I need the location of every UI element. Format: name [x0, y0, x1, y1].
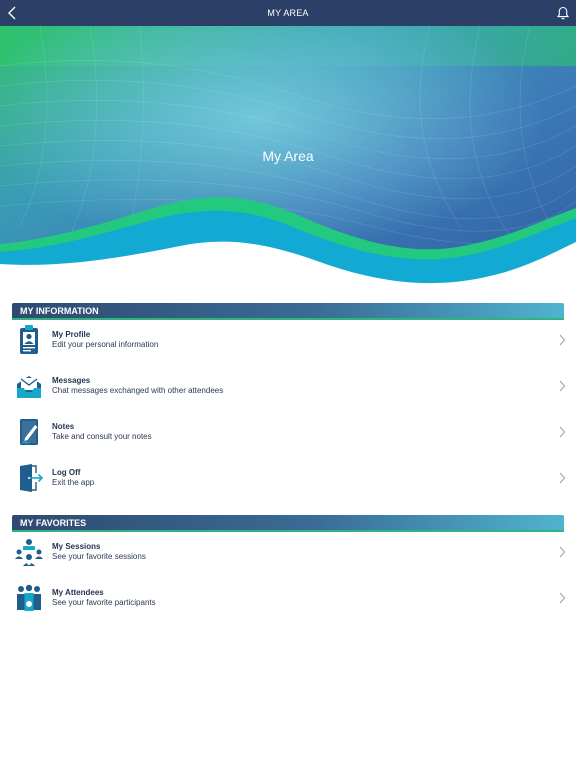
menu-item-my-profile[interactable]: My Profile Edit your personal informatio…	[12, 319, 572, 365]
menu-item-messages[interactable]: Messages Chat messages exchanged with ot…	[12, 365, 572, 411]
menu-item-label: My Sessions	[52, 542, 101, 551]
back-chevron-icon[interactable]	[6, 5, 20, 21]
chevron-right-icon	[559, 546, 566, 558]
sessions-icon	[15, 539, 43, 566]
chevron-right-icon	[559, 426, 566, 438]
inbox-icon	[17, 376, 41, 398]
menu-item-my-sessions[interactable]: My Sessions See your favorite sessions	[12, 531, 572, 577]
menu-item-subtitle: Exit the app	[52, 478, 95, 487]
menu-item-label: Notes	[52, 422, 75, 431]
logout-door-icon	[20, 464, 44, 492]
chevron-right-icon	[559, 472, 566, 484]
menu-item-log-off[interactable]: Log Off Exit the app	[12, 457, 572, 503]
menu-item-label: Messages	[52, 376, 91, 385]
menu-item-subtitle: See your favorite participants	[52, 598, 156, 607]
menu-item-notes[interactable]: Notes Take and consult your notes	[12, 411, 572, 457]
hero-title: My Area	[262, 148, 314, 164]
profile-badge-icon	[20, 325, 38, 354]
chevron-right-icon	[559, 592, 566, 604]
bell-icon[interactable]	[556, 5, 570, 21]
notepad-icon	[20, 419, 38, 445]
menu-item-subtitle: Take and consult your notes	[52, 432, 152, 441]
chevron-right-icon	[559, 380, 566, 392]
menu-item-subtitle: See your favorite sessions	[52, 552, 146, 561]
hero-banner: My Area	[0, 26, 576, 290]
attendees-icon	[17, 584, 41, 611]
menu-item-subtitle: Chat messages exchanged with other atten…	[52, 386, 224, 395]
top-bar: MY AREA	[0, 0, 576, 26]
chevron-right-icon	[559, 334, 566, 346]
section-header-my-information: MY INFORMATION	[12, 303, 564, 320]
menu-item-label: Log Off	[52, 468, 81, 477]
section-header-my-favorites: MY FAVORITES	[12, 515, 564, 532]
menu-item-my-attendees[interactable]: My Attendees See your favorite participa…	[12, 577, 572, 623]
page-title: MY AREA	[267, 8, 309, 18]
menu-item-subtitle: Edit your personal information	[52, 340, 159, 349]
menu-item-label: My Attendees	[52, 588, 104, 597]
menu-item-label: My Profile	[52, 330, 91, 339]
